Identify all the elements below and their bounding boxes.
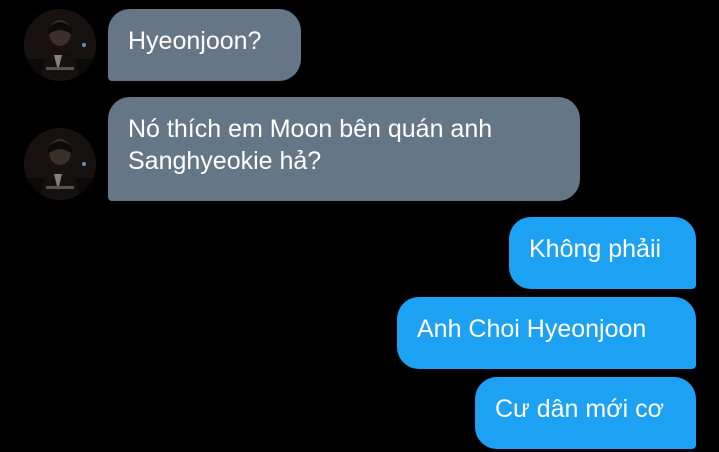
incoming-message[interactable]: Nó thích em Moon bên quán anh Sanghyeoki… xyxy=(108,97,580,201)
avatar[interactable] xyxy=(24,128,96,200)
message-text: Anh Choi Hyeonjoon xyxy=(417,315,647,343)
incoming-message[interactable]: Hyeonjoon? xyxy=(108,9,301,81)
avatar[interactable] xyxy=(24,9,96,81)
message-thread: Hyeonjoon? Nó thích em Moon bên quán anh… xyxy=(0,0,719,452)
message-text: Không phảii xyxy=(529,235,662,263)
message-text: Hyeonjoon? xyxy=(128,27,262,55)
message-text: Cư dân mới cơ xyxy=(495,395,665,423)
profile-photo-icon xyxy=(24,128,96,200)
profile-photo-icon xyxy=(24,9,96,81)
message-text: Nó thích em Moon bên quán anh xyxy=(128,115,493,143)
outgoing-message[interactable]: Cư dân mới cơ xyxy=(475,377,696,449)
outgoing-message[interactable]: Anh Choi Hyeonjoon xyxy=(397,297,696,369)
message-text: Sanghyeokie hả? xyxy=(128,147,322,175)
outgoing-message[interactable]: Không phảii xyxy=(509,217,696,289)
